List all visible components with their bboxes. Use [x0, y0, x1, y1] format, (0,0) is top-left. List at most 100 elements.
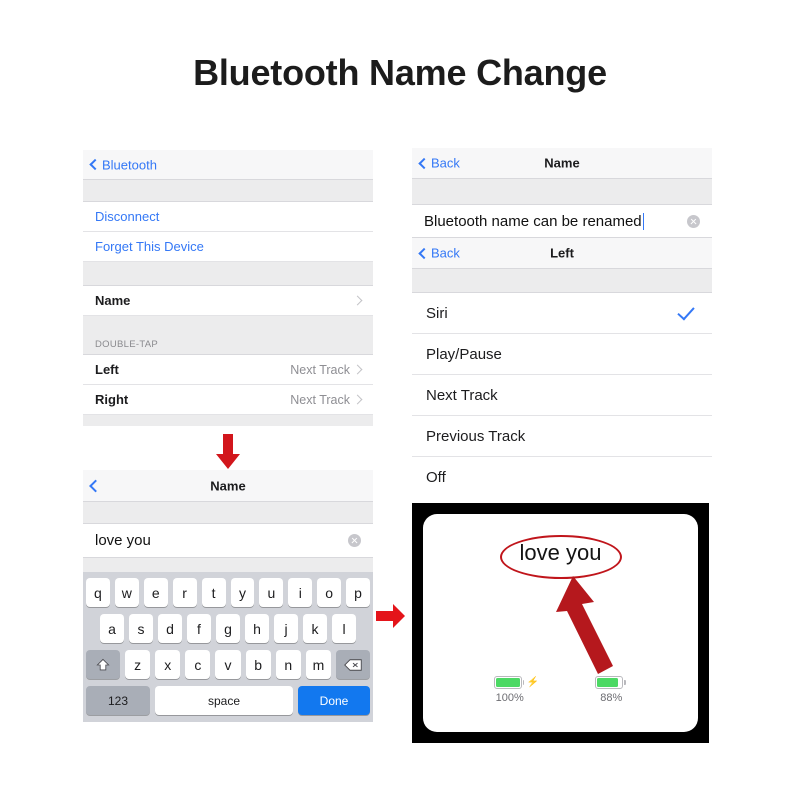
- panel-b-nav-title: Name: [210, 478, 246, 493]
- panel-a-gap-3: [83, 316, 373, 330]
- battery-body: [595, 676, 624, 689]
- option-row-previous-track[interactable]: Previous Track: [412, 416, 712, 457]
- panel-earbuds-case-photo: love you ⚡ 100% 88%: [412, 503, 709, 743]
- key-m[interactable]: m: [305, 650, 331, 679]
- option-label-previous-track: Previous Track: [426, 427, 526, 445]
- panel-a-gap-4: [83, 415, 373, 426]
- battery-body: [493, 676, 522, 689]
- panel-c-nav-title-left: Left: [550, 245, 574, 261]
- key-b[interactable]: b: [245, 650, 271, 679]
- key-j[interactable]: j: [274, 614, 298, 643]
- key-d[interactable]: d: [158, 614, 182, 643]
- key-c[interactable]: c: [185, 650, 211, 679]
- red-right-arrow-icon: [376, 604, 405, 628]
- row-name-label: Name: [95, 293, 131, 308]
- battery-left-percent: 100%: [495, 692, 524, 704]
- panel-b-navbar: Name: [83, 470, 373, 502]
- panel-c-navbar-left: Back Left: [412, 238, 712, 269]
- key-v[interactable]: v: [215, 650, 241, 679]
- keyboard-row-4: 123 space Done: [86, 686, 370, 715]
- key-p[interactable]: p: [346, 578, 371, 607]
- key-i[interactable]: i: [288, 578, 313, 607]
- keyboard-row-1: q w e r t y u i o p: [85, 578, 371, 607]
- panel-a-navbar: Bluetooth: [83, 150, 373, 180]
- photo-content: love you ⚡ 100% 88%: [423, 514, 698, 732]
- row-left[interactable]: Left Next Track: [83, 355, 373, 385]
- red-down-arrow-icon: [216, 434, 240, 469]
- shift-arrow-icon: [96, 658, 110, 670]
- battery-right-percent: 88%: [600, 692, 623, 704]
- charging-bolt-icon: ⚡: [526, 677, 540, 688]
- battery-indicators: ⚡ 100% 88%: [423, 676, 698, 704]
- key-f[interactable]: f: [187, 614, 211, 643]
- numbers-key[interactable]: 123: [86, 686, 150, 715]
- key-o[interactable]: o: [317, 578, 342, 607]
- space-key[interactable]: space: [155, 686, 293, 715]
- battery-cap: [522, 680, 525, 685]
- key-h[interactable]: h: [245, 614, 269, 643]
- text-caret: [642, 212, 645, 230]
- back-button-label: Bluetooth: [102, 157, 157, 172]
- panel-b-gap: [83, 502, 373, 524]
- key-z[interactable]: z: [125, 650, 151, 679]
- panel-c-gap-2: [412, 269, 712, 293]
- key-e[interactable]: e: [143, 578, 168, 607]
- checkmark-icon: [677, 302, 695, 320]
- option-label-next-track: Next Track: [426, 386, 498, 404]
- key-y[interactable]: y: [230, 578, 255, 607]
- row-right[interactable]: Right Next Track: [83, 385, 373, 415]
- row-left-value: Next Track: [290, 362, 350, 377]
- key-u[interactable]: u: [259, 578, 284, 607]
- key-t[interactable]: t: [201, 578, 226, 607]
- key-r[interactable]: r: [172, 578, 197, 607]
- row-right-value: Next Track: [290, 392, 350, 407]
- shift-key[interactable]: [86, 650, 120, 679]
- battery-icon: ⚡: [493, 676, 539, 689]
- name-text-field[interactable]: love you: [83, 524, 373, 558]
- clear-icon[interactable]: [687, 214, 700, 228]
- panel-c-navbar-name: Back Name: [412, 148, 712, 179]
- key-w[interactable]: w: [114, 578, 139, 607]
- key-s[interactable]: s: [129, 614, 153, 643]
- key-k[interactable]: k: [303, 614, 327, 643]
- clear-icon[interactable]: [348, 534, 361, 547]
- battery-fill: [495, 678, 520, 687]
- panel-name-and-left-action-list: Back Name Bluetooth name can be renamed …: [412, 148, 712, 504]
- option-row-off[interactable]: Off: [412, 457, 712, 498]
- red-ellipse-highlight-icon: [499, 535, 622, 579]
- row-right-label: Right: [95, 392, 129, 407]
- battery-right: 88%: [595, 676, 627, 704]
- option-row-siri[interactable]: Siri: [412, 293, 712, 334]
- key-g[interactable]: g: [216, 614, 240, 643]
- option-label-siri: Siri: [426, 304, 448, 322]
- backspace-icon: [344, 658, 362, 671]
- keyboard-row-2: a s d f g h j k l: [86, 614, 370, 643]
- panel-c-nav-title-name: Name: [544, 155, 580, 171]
- back-button-bluetooth[interactable]: Bluetooth: [89, 157, 157, 172]
- chevron-right-icon: [352, 295, 363, 306]
- screenshot-root: Bluetooth Name Change Bluetooth Disconne…: [0, 0, 800, 800]
- chevron-right-icon: [352, 394, 363, 405]
- panel-name-edit-keyboard: Name love you q w e r t y u i o p a s d …: [83, 470, 373, 743]
- row-disconnect-label: Disconnect: [95, 209, 160, 224]
- key-x[interactable]: x: [155, 650, 181, 679]
- key-a[interactable]: a: [100, 614, 124, 643]
- option-row-next-track[interactable]: Next Track: [412, 375, 712, 416]
- row-forget-this-device[interactable]: Forget This Device: [83, 232, 373, 262]
- row-forget-this-device-label: Forget This Device: [95, 239, 204, 254]
- delete-key[interactable]: [335, 650, 370, 679]
- panel-bluetooth-device-settings: Bluetooth Disconnect Forget This Device …: [83, 150, 373, 426]
- row-left-label: Left: [95, 362, 119, 377]
- bluetooth-name-value: Bluetooth name can be renamed: [424, 212, 642, 230]
- bluetooth-name-text-field[interactable]: Bluetooth name can be renamed: [412, 204, 712, 238]
- done-key[interactable]: Done: [298, 686, 370, 715]
- panel-b-gap-2: [83, 558, 373, 572]
- row-disconnect[interactable]: Disconnect: [83, 202, 373, 232]
- key-n[interactable]: n: [275, 650, 301, 679]
- chevron-left-icon: [89, 158, 101, 171]
- key-q[interactable]: q: [85, 578, 110, 607]
- row-name[interactable]: Name: [83, 286, 373, 316]
- battery-icon: [595, 676, 627, 689]
- key-l[interactable]: l: [332, 614, 356, 643]
- option-row-play-pause[interactable]: Play/Pause: [412, 334, 712, 375]
